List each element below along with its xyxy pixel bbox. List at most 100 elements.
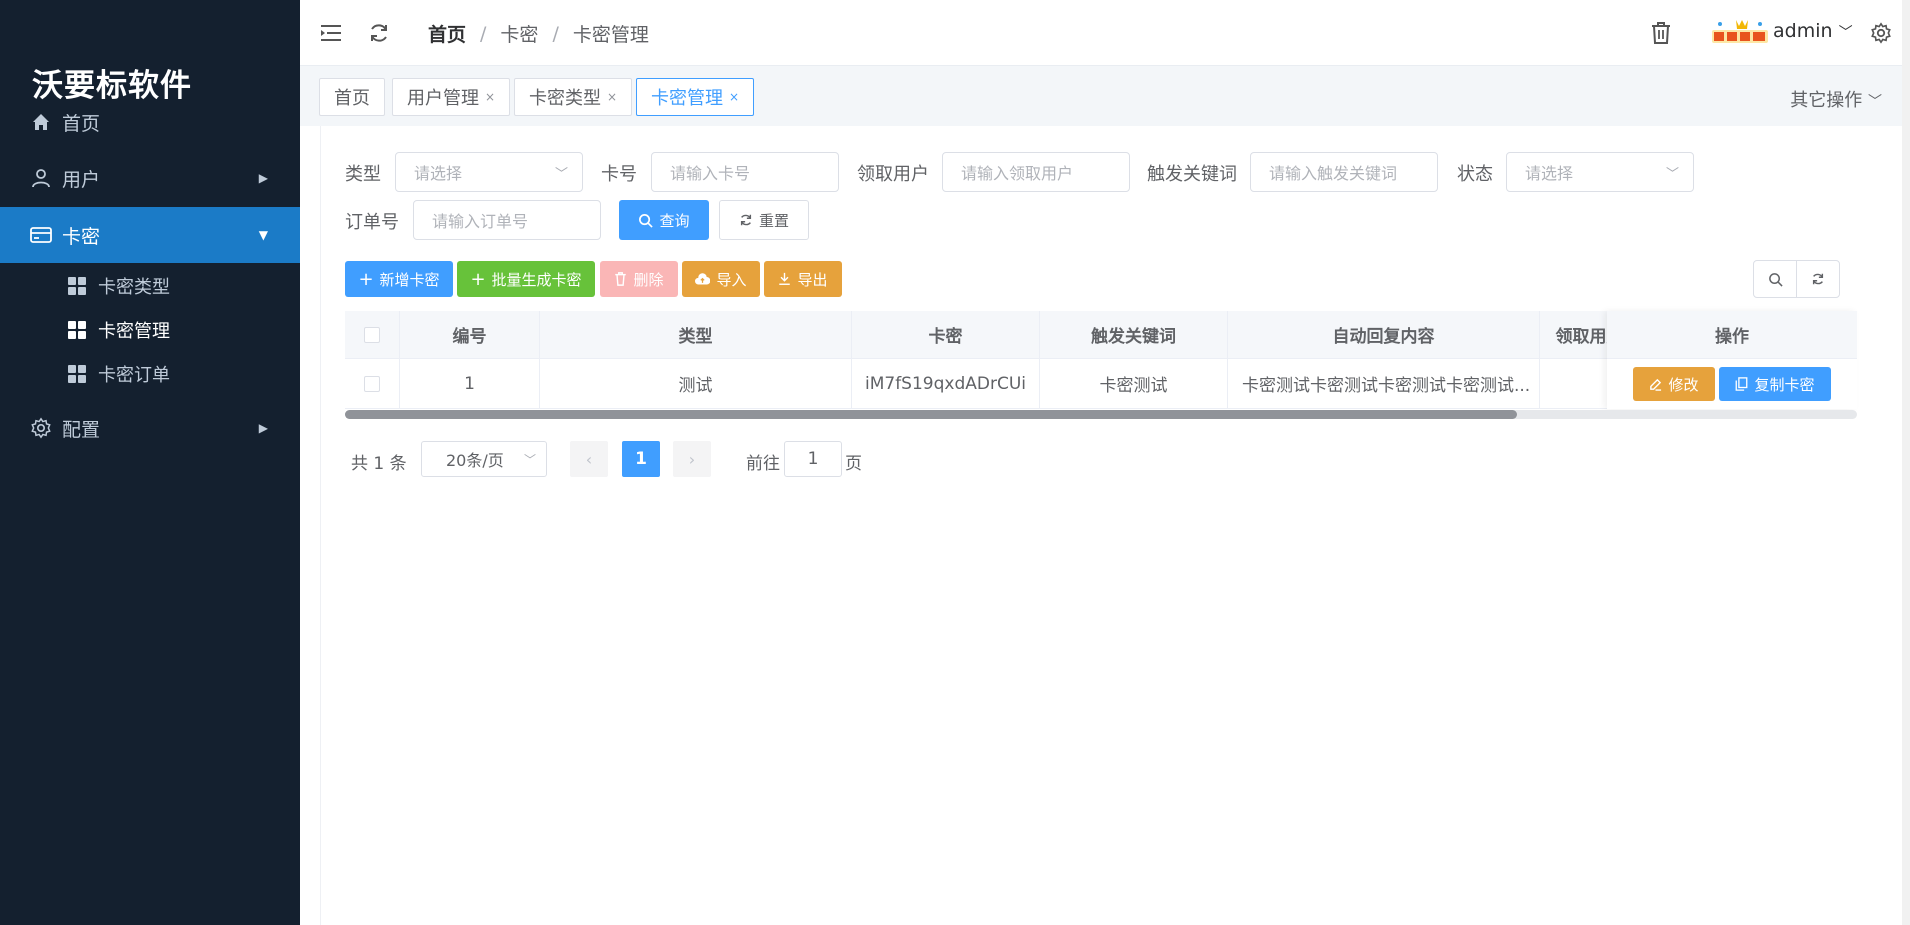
sidebar-subitem-label: 卡密管理 [98,321,170,342]
tag-card-manage[interactable]: 卡密管理 × [636,78,755,116]
export-button[interactable]: 导出 [764,261,842,297]
scrollbar-thumb[interactable] [345,410,1517,419]
order-no-placeholder: 请输入订单号 [432,212,529,231]
download-icon [779,272,791,285]
settings-gear-icon[interactable] [1868,20,1894,46]
next-page-button[interactable]: › [673,441,711,477]
add-card-label: 新增卡密 [379,270,440,289]
page-number-current[interactable]: 1 [622,441,660,477]
refresh-icon [1812,273,1824,285]
close-icon[interactable]: × [607,90,617,104]
refresh-icon [740,214,752,226]
query-button-label: 查询 [659,211,690,230]
other-operations-label: 其它操作 [1790,90,1863,111]
add-card-button[interactable]: + 新增卡密 [345,261,453,297]
refresh-icon[interactable] [366,20,392,46]
sidebar-item-label: 配置 [62,418,101,441]
sidebar-item-card[interactable]: 卡密 ▼ [0,207,300,263]
chevron-down-icon: ﹀ [523,453,536,467]
cell-reply: 卡密测试卡密测试卡密测试卡密测试... [1228,359,1540,408]
horizontal-scrollbar[interactable] [345,410,1857,419]
tag-user-manage[interactable]: 用户管理 × [392,78,511,116]
plus-icon: + [358,268,374,290]
header-checkbox-cell [345,311,400,358]
main-card: 类型 请选择 ﹀ 卡号 请输入卡号 领取用户 请输入领取用户 触发关键词 请输入… [320,126,1886,925]
cell-type: 测试 [540,359,852,408]
filter-label-keyword: 触发关键词 [1147,164,1237,185]
grid-icon [68,365,86,383]
tag-home[interactable]: 首页 [319,78,385,116]
close-icon[interactable]: × [729,90,739,104]
breadcrumb-home[interactable]: 首页 [428,20,466,47]
other-operations-dropdown[interactable]: 其它操作 ﹀ [1790,86,1882,112]
query-button[interactable]: 查询 [619,200,709,240]
filter-label-order-no: 订单号 [345,212,399,233]
caret-down-icon: ▼ [258,228,268,242]
card-icon [30,224,52,246]
user-icon [30,167,52,189]
column-header-operations: 操作 [1607,311,1857,359]
tags-view-bar: 首页 用户管理 × 卡密类型 × 卡密管理 × 其它操作 ﹀ [300,66,1910,126]
sidebar-item-user[interactable]: 用户 ▶ [0,150,300,206]
username: admin [1773,20,1833,42]
edit-button[interactable]: 修改 [1633,367,1715,401]
row-checkbox-cell [345,359,400,408]
status-select-placeholder: 请选择 [1525,164,1574,183]
operations-cell: 修改 复制卡密 [1607,359,1857,409]
type-select[interactable]: 请选择 ﹀ [395,152,583,192]
chevron-down-icon: ﹀ [1838,25,1853,41]
sidebar-subitem-card-type[interactable]: 卡密类型 [0,264,300,308]
chevron-down-icon: ﹀ [1665,167,1679,182]
filter-label-card-no: 卡号 [601,164,637,185]
tag-label: 卡密管理 [651,88,723,109]
edit-icon [1650,378,1662,391]
import-label: 导入 [716,270,747,289]
delete-button[interactable]: 删除 [600,261,678,297]
order-no-input[interactable]: 请输入订单号 [413,200,601,240]
close-icon[interactable]: × [485,90,495,104]
tag-card-type[interactable]: 卡密类型 × [514,78,633,116]
prev-page-button[interactable]: ‹ [570,441,608,477]
receiver-input[interactable]: 请输入领取用户 [942,152,1130,192]
filter-label-type: 类型 [345,164,381,185]
table-refresh-button[interactable] [1796,260,1840,298]
trash-icon[interactable] [1648,20,1674,46]
select-all-checkbox[interactable] [364,326,380,343]
cell-id: 1 [400,359,540,408]
hamburger-icon[interactable] [318,20,344,46]
page-size-select[interactable]: 20条/页 ﹀ [421,441,547,477]
sidebar-subitem-card-order[interactable]: 卡密订单 [0,352,300,396]
sidebar-subitem-card-manage[interactable]: 卡密管理 [0,308,300,352]
avatar-logo[interactable] [1710,18,1770,46]
page-size-value: 20条/页 [446,451,504,470]
goto-page-input[interactable]: 1 [784,441,842,477]
search-icon [639,213,654,228]
sidebar: 沃要标软件 首页 用户 ▶ 卡密 ▼ 卡密类型 卡密管理 卡密订单 配置 ▶ [0,0,300,925]
sidebar-item-home[interactable]: 首页 [0,94,300,150]
batch-generate-button[interactable]: + 批量生成卡密 [457,261,595,297]
tag-label: 用户管理 [407,88,479,109]
sidebar-item-label: 首页 [62,112,101,135]
row-checkbox[interactable] [364,375,380,392]
card-no-input[interactable]: 请输入卡号 [651,152,839,192]
search-toggle-button[interactable] [1753,260,1797,298]
filter-label-receiver: 领取用户 [857,164,929,185]
column-header-keyword: 触发关键词 [1040,311,1228,358]
reset-button[interactable]: 重置 [719,200,809,240]
sidebar-item-config[interactable]: 配置 ▶ [0,400,300,456]
filter-label-status: 状态 [1457,164,1493,185]
grid-icon [68,277,86,295]
copy-card-button[interactable]: 复制卡密 [1719,367,1831,401]
username-dropdown[interactable]: admin ﹀ [1773,20,1853,42]
tag-label: 首页 [334,88,370,109]
delete-label: 删除 [633,270,664,289]
status-select[interactable]: 请选择 ﹀ [1506,152,1694,192]
caret-right-icon: ▶ [258,421,268,435]
copy-card-label: 复制卡密 [1754,375,1815,394]
keyword-input[interactable]: 请输入触发关键词 [1250,152,1438,192]
copy-icon [1736,377,1748,391]
import-button[interactable]: 导入 [682,261,760,297]
home-icon [30,111,52,133]
vertical-scrollbar[interactable] [1902,0,1910,925]
keyword-placeholder: 请输入触发关键词 [1269,164,1398,183]
